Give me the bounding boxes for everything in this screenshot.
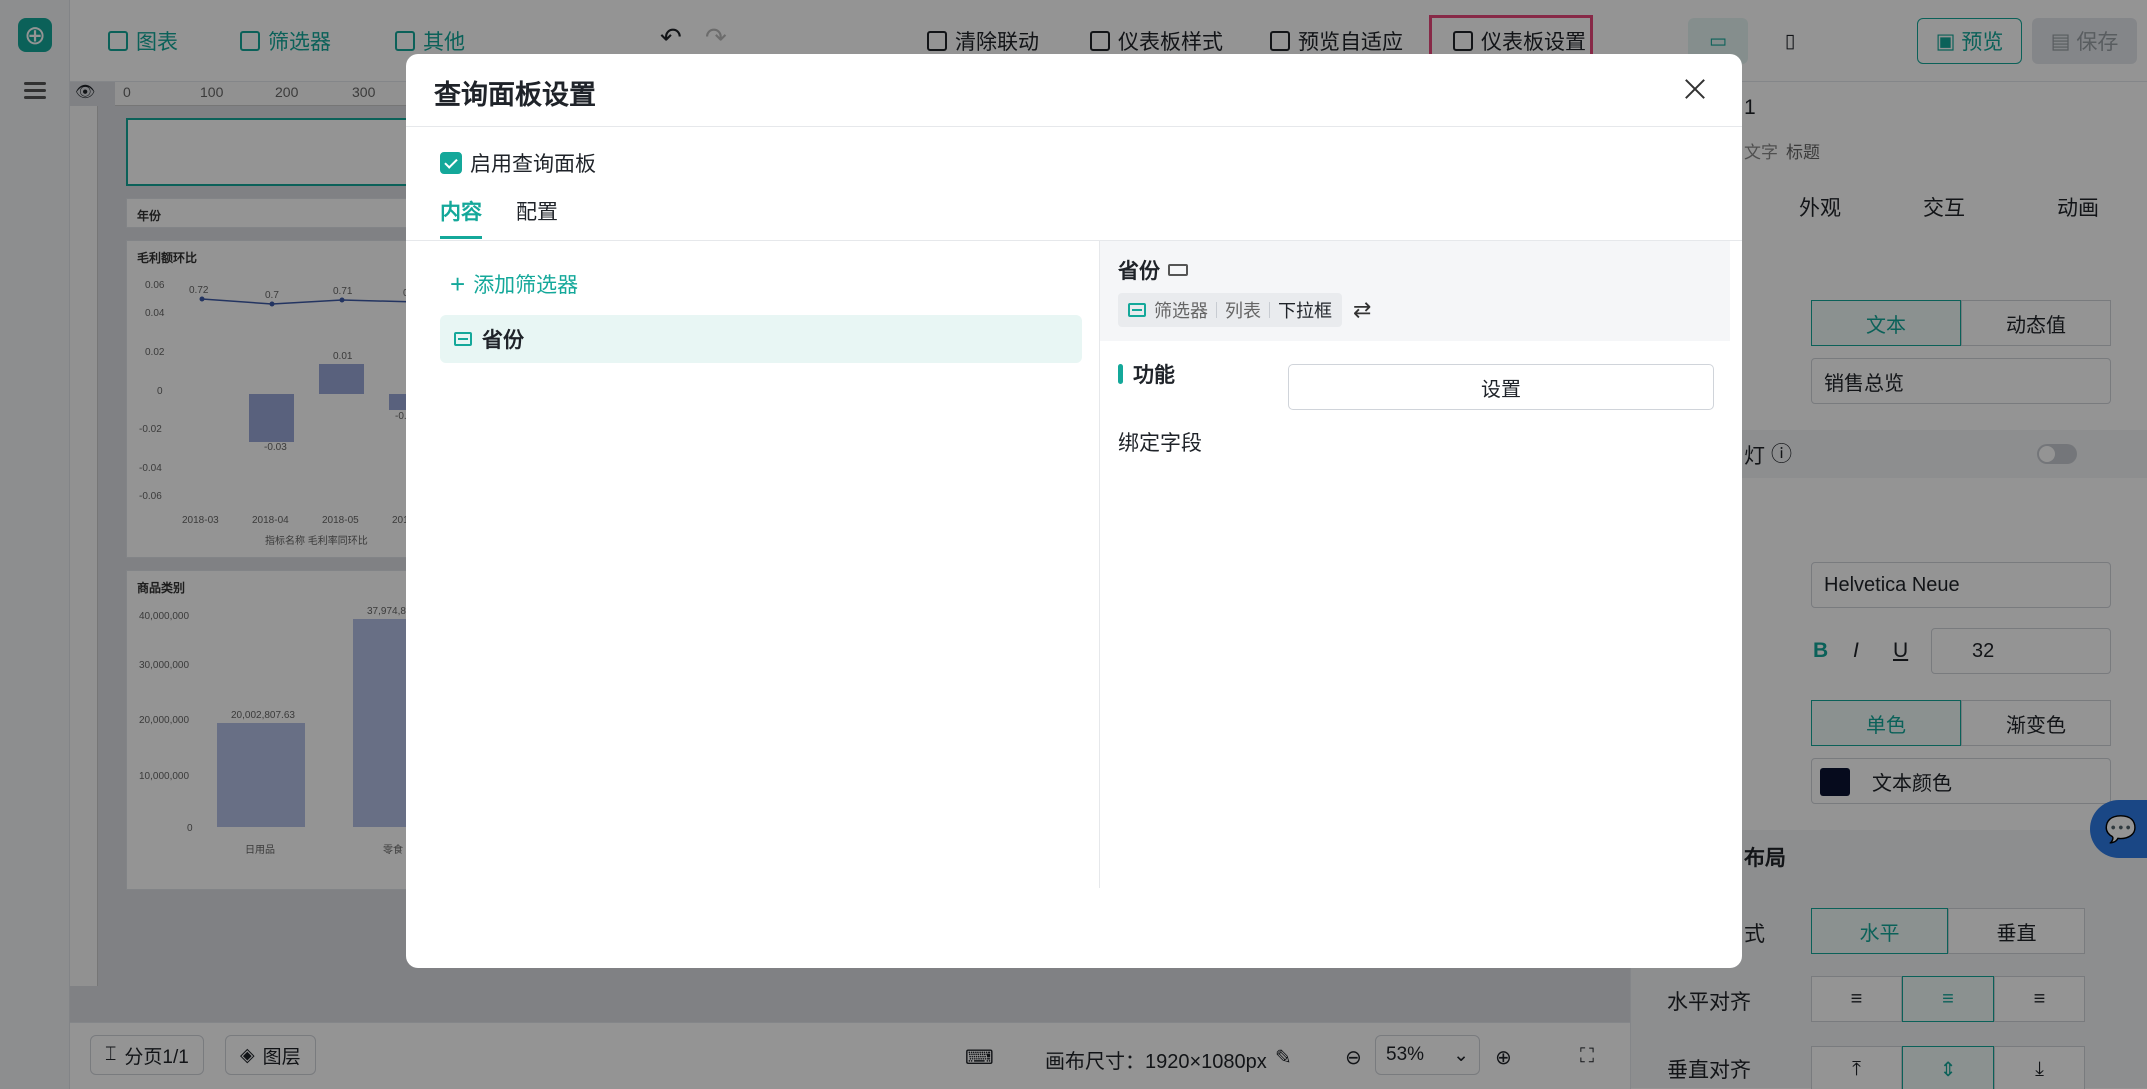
add-filter-button[interactable]: + 添加筛选器 <box>450 269 578 299</box>
dropdown-filter-icon <box>1128 303 1146 317</box>
rename-icon[interactable] <box>1168 264 1188 276</box>
filter-item-province[interactable]: 省份 <box>440 315 1082 363</box>
plus-icon: + <box>450 269 466 299</box>
filter-detail-header: 省份 筛选器 列表 下拉框 ⇄ <box>1100 241 1730 341</box>
filter-list-pane: + 添加筛选器 省份 <box>406 241 1100 888</box>
dialog-header: 查询面板设置 <box>406 54 1742 127</box>
query-panel-settings-dialog: 查询面板设置 启用查询面板 内容 配置 + 添加筛选器 省份 省份 筛选器 列表… <box>406 54 1742 968</box>
bind-field-button[interactable]: 设置 <box>1288 364 1714 410</box>
tab-config[interactable]: 配置 <box>516 194 558 240</box>
dialog-tabs: 内容 配置 <box>440 194 558 240</box>
dropdown-filter-icon <box>454 332 472 346</box>
filter-name: 省份 <box>1118 255 1188 285</box>
enable-query-panel-checkbox[interactable]: 启用查询面板 <box>440 148 596 178</box>
swap-icon[interactable]: ⇄ <box>1353 297 1371 323</box>
bind-field-label: 绑定字段 <box>1118 432 1202 455</box>
filter-detail-pane: 省份 筛选器 列表 下拉框 ⇄ 功能 绑定字段 设置 <box>1100 241 1742 888</box>
filter-type-tags: 筛选器 列表 下拉框 <box>1118 293 1342 327</box>
function-section-title: 功能 <box>1118 359 1175 389</box>
tab-content[interactable]: 内容 <box>440 194 482 240</box>
close-icon[interactable] <box>1680 74 1710 104</box>
checkbox-checked-icon[interactable] <box>440 152 462 174</box>
dialog-title: 查询面板设置 <box>434 80 596 110</box>
